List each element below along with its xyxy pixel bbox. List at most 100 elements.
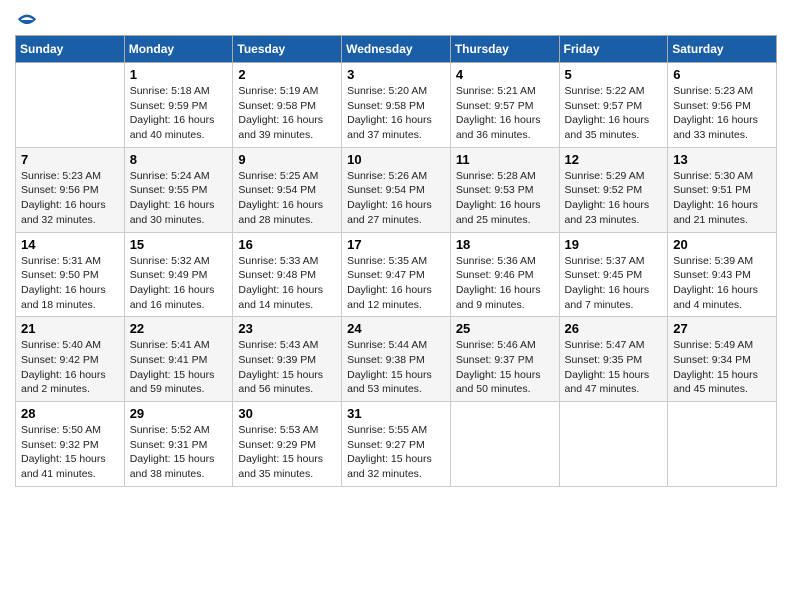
day-number: 8	[130, 152, 228, 167]
day-cell: 30Sunrise: 5:53 AM Sunset: 9:29 PM Dayli…	[233, 402, 342, 487]
day-number: 9	[238, 152, 336, 167]
day-number: 13	[673, 152, 771, 167]
day-cell: 9 Sunrise: 5:25 AM Sunset: 9:54 PM Daylig…	[233, 147, 342, 232]
day-header-thursday: Thursday	[450, 36, 559, 63]
day-cell: 10 Sunrise: 5:26 AM Sunset: 9:54 PM Dayli…	[342, 147, 451, 232]
day-cell: 14 Sunrise: 5:31 AM Sunset: 9:50 PM Dayli…	[16, 232, 125, 317]
day-info: Sunrise: 5:55 AM Sunset: 9:27 PM Dayligh…	[347, 423, 445, 482]
day-number: 10	[347, 152, 445, 167]
day-number: 29	[130, 406, 228, 421]
day-info: Sunrise: 5:20 AM Sunset: 9:58 PM Dayligh…	[347, 84, 445, 143]
day-number: 15	[130, 237, 228, 252]
day-cell: 7 Sunrise: 5:23 AM Sunset: 9:56 PM Daylig…	[16, 147, 125, 232]
day-info: Sunrise: 5:30 AM Sunset: 9:51 PM Dayligh…	[673, 169, 771, 228]
day-info: Sunrise: 5:53 AM Sunset: 9:29 PM Dayligh…	[238, 423, 336, 482]
day-info: Sunrise: 5:28 AM Sunset: 9:53 PM Dayligh…	[456, 169, 554, 228]
day-number: 14	[21, 237, 119, 252]
day-info: Sunrise: 5:52 AM Sunset: 9:31 PM Dayligh…	[130, 423, 228, 482]
day-cell	[559, 402, 668, 487]
day-info: Sunrise: 5:29 AM Sunset: 9:52 PM Dayligh…	[565, 169, 663, 228]
day-number: 26	[565, 321, 663, 336]
header	[15, 10, 777, 30]
day-cell: 23Sunrise: 5:43 AM Sunset: 9:39 PM Dayli…	[233, 317, 342, 402]
day-cell: 27 Sunrise: 5:49 AM Sunset: 9:34 PM Dayli…	[668, 317, 777, 402]
day-number: 31	[347, 406, 445, 421]
day-number: 1	[130, 67, 228, 82]
calendar-table: SundayMondayTuesdayWednesdayThursdayFrid…	[15, 35, 777, 487]
week-row-4: 21Sunrise: 5:40 AM Sunset: 9:42 PM Dayli…	[16, 317, 777, 402]
day-number: 5	[565, 67, 663, 82]
day-info: Sunrise: 5:44 AM Sunset: 9:38 PM Dayligh…	[347, 338, 445, 397]
day-number: 7	[21, 152, 119, 167]
day-info: Sunrise: 5:47 AM Sunset: 9:35 PM Dayligh…	[565, 338, 663, 397]
day-info: Sunrise: 5:18 AM Sunset: 9:59 PM Dayligh…	[130, 84, 228, 143]
day-header-monday: Monday	[124, 36, 233, 63]
day-info: Sunrise: 5:37 AM Sunset: 9:45 PM Dayligh…	[565, 254, 663, 313]
day-cell	[450, 402, 559, 487]
day-info: Sunrise: 5:43 AM Sunset: 9:39 PM Dayligh…	[238, 338, 336, 397]
day-info: Sunrise: 5:46 AM Sunset: 9:37 PM Dayligh…	[456, 338, 554, 397]
day-cell: 1 Sunrise: 5:18 AM Sunset: 9:59 PM Daylig…	[124, 63, 233, 148]
day-number: 20	[673, 237, 771, 252]
day-cell: 11 Sunrise: 5:28 AM Sunset: 9:53 PM Dayli…	[450, 147, 559, 232]
day-info: Sunrise: 5:25 AM Sunset: 9:54 PM Dayligh…	[238, 169, 336, 228]
day-number: 22	[130, 321, 228, 336]
day-cell: 4 Sunrise: 5:21 AM Sunset: 9:57 PM Daylig…	[450, 63, 559, 148]
day-number: 27	[673, 321, 771, 336]
logo-text	[15, 10, 37, 30]
day-header-friday: Friday	[559, 36, 668, 63]
day-info: Sunrise: 5:23 AM Sunset: 9:56 PM Dayligh…	[21, 169, 119, 228]
day-number: 16	[238, 237, 336, 252]
logo-icon	[17, 10, 37, 30]
day-info: Sunrise: 5:41 AM Sunset: 9:41 PM Dayligh…	[130, 338, 228, 397]
day-info: Sunrise: 5:49 AM Sunset: 9:34 PM Dayligh…	[673, 338, 771, 397]
day-number: 6	[673, 67, 771, 82]
day-cell	[16, 63, 125, 148]
day-info: Sunrise: 5:35 AM Sunset: 9:47 PM Dayligh…	[347, 254, 445, 313]
day-info: Sunrise: 5:36 AM Sunset: 9:46 PM Dayligh…	[456, 254, 554, 313]
week-row-1: 1 Sunrise: 5:18 AM Sunset: 9:59 PM Daylig…	[16, 63, 777, 148]
day-number: 12	[565, 152, 663, 167]
day-info: Sunrise: 5:32 AM Sunset: 9:49 PM Dayligh…	[130, 254, 228, 313]
day-number: 11	[456, 152, 554, 167]
day-cell: 6 Sunrise: 5:23 AM Sunset: 9:56 PM Daylig…	[668, 63, 777, 148]
day-cell: 28Sunrise: 5:50 AM Sunset: 9:32 PM Dayli…	[16, 402, 125, 487]
day-cell: 31 Sunrise: 5:55 AM Sunset: 9:27 PM Dayli…	[342, 402, 451, 487]
day-cell	[668, 402, 777, 487]
day-header-wednesday: Wednesday	[342, 36, 451, 63]
day-number: 3	[347, 67, 445, 82]
week-row-3: 14 Sunrise: 5:31 AM Sunset: 9:50 PM Dayli…	[16, 232, 777, 317]
day-cell: 21Sunrise: 5:40 AM Sunset: 9:42 PM Dayli…	[16, 317, 125, 402]
day-number: 25	[456, 321, 554, 336]
day-cell: 19 Sunrise: 5:37 AM Sunset: 9:45 PM Dayli…	[559, 232, 668, 317]
day-number: 21	[21, 321, 119, 336]
day-cell: 16 Sunrise: 5:33 AM Sunset: 9:48 PM Dayli…	[233, 232, 342, 317]
day-cell: 22 Sunrise: 5:41 AM Sunset: 9:41 PM Dayli…	[124, 317, 233, 402]
week-row-5: 28Sunrise: 5:50 AM Sunset: 9:32 PM Dayli…	[16, 402, 777, 487]
day-cell: 20 Sunrise: 5:39 AM Sunset: 9:43 PM Dayli…	[668, 232, 777, 317]
day-info: Sunrise: 5:31 AM Sunset: 9:50 PM Dayligh…	[21, 254, 119, 313]
day-number: 4	[456, 67, 554, 82]
day-number: 24	[347, 321, 445, 336]
day-info: Sunrise: 5:33 AM Sunset: 9:48 PM Dayligh…	[238, 254, 336, 313]
day-cell: 17Sunrise: 5:35 AM Sunset: 9:47 PM Dayli…	[342, 232, 451, 317]
day-info: Sunrise: 5:23 AM Sunset: 9:56 PM Dayligh…	[673, 84, 771, 143]
day-info: Sunrise: 5:22 AM Sunset: 9:57 PM Dayligh…	[565, 84, 663, 143]
day-cell: 13 Sunrise: 5:30 AM Sunset: 9:51 PM Dayli…	[668, 147, 777, 232]
week-row-2: 7 Sunrise: 5:23 AM Sunset: 9:56 PM Daylig…	[16, 147, 777, 232]
day-cell: 29 Sunrise: 5:52 AM Sunset: 9:31 PM Dayli…	[124, 402, 233, 487]
day-cell: 5 Sunrise: 5:22 AM Sunset: 9:57 PM Daylig…	[559, 63, 668, 148]
day-info: Sunrise: 5:50 AM Sunset: 9:32 PM Dayligh…	[21, 423, 119, 482]
day-info: Sunrise: 5:21 AM Sunset: 9:57 PM Dayligh…	[456, 84, 554, 143]
day-info: Sunrise: 5:26 AM Sunset: 9:54 PM Dayligh…	[347, 169, 445, 228]
page: SundayMondayTuesdayWednesdayThursdayFrid…	[0, 0, 792, 497]
day-number: 2	[238, 67, 336, 82]
day-cell: 18Sunrise: 5:36 AM Sunset: 9:46 PM Dayli…	[450, 232, 559, 317]
day-cell: 12 Sunrise: 5:29 AM Sunset: 9:52 PM Dayli…	[559, 147, 668, 232]
day-number: 19	[565, 237, 663, 252]
day-info: Sunrise: 5:19 AM Sunset: 9:58 PM Dayligh…	[238, 84, 336, 143]
logo	[15, 10, 37, 30]
day-info: Sunrise: 5:39 AM Sunset: 9:43 PM Dayligh…	[673, 254, 771, 313]
day-cell: 24 Sunrise: 5:44 AM Sunset: 9:38 PM Dayli…	[342, 317, 451, 402]
day-header-tuesday: Tuesday	[233, 36, 342, 63]
